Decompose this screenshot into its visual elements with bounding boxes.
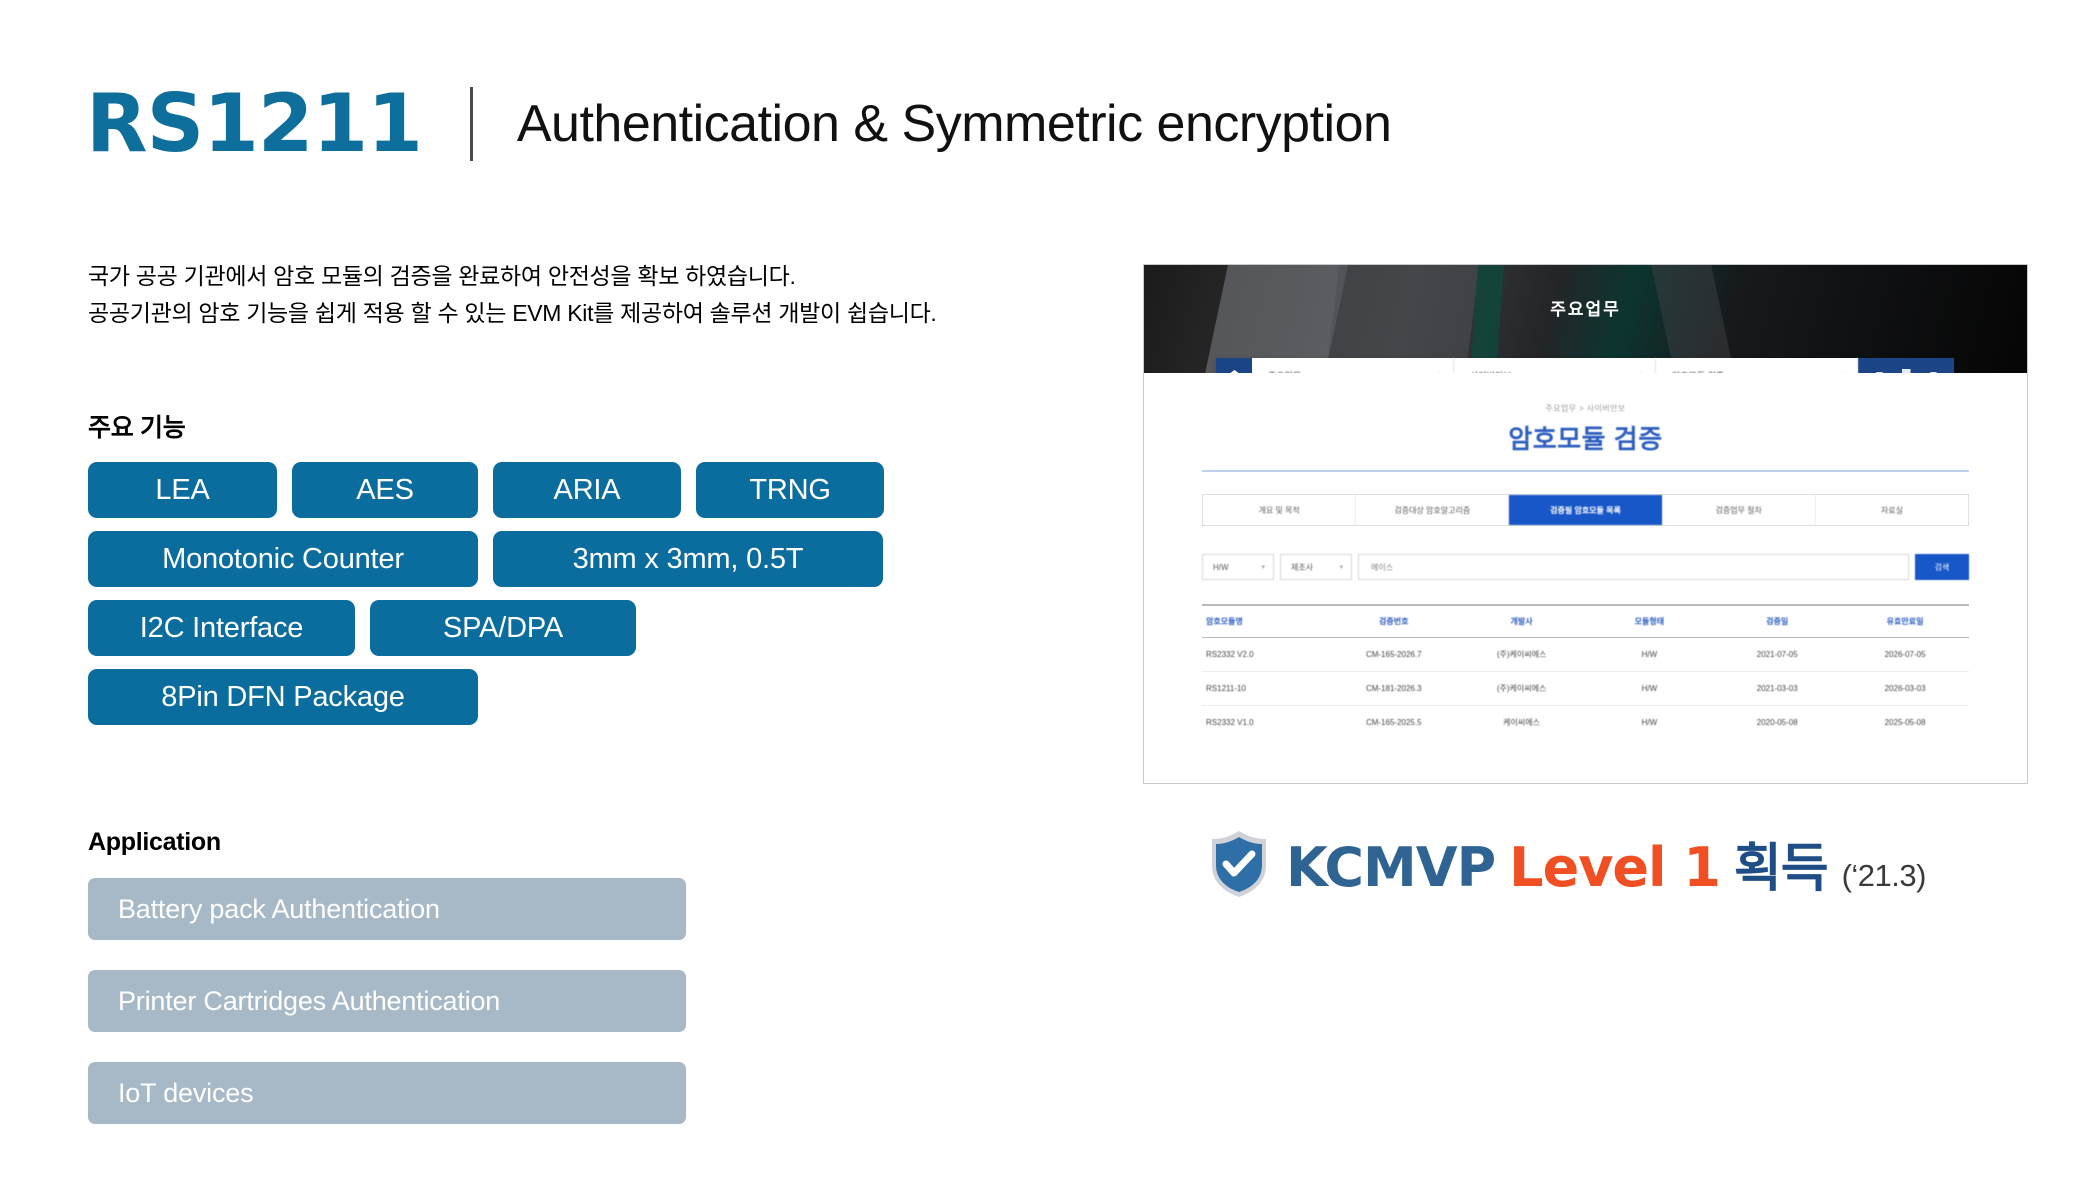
cell-cert-date: 2021-07-05: [1713, 637, 1842, 672]
description-block: 국가 공공 기관에서 암호 모듈의 검증을 완료하여 안전성을 확보 하였습니다…: [88, 258, 937, 333]
table-row[interactable]: RS1211-10 CM-181-2026.3 (주)케이씨에스 H/W 202…: [1202, 671, 1969, 706]
cell-module-name: RS1211-10: [1202, 671, 1330, 706]
search-field-select[interactable]: 제조사 ▾: [1280, 554, 1352, 580]
cell-module-name: RS2332 V1.0: [1206, 718, 1254, 727]
column-header-cert-number: 검증번호: [1329, 606, 1458, 638]
search-type-select[interactable]: H/W ▾: [1202, 554, 1274, 580]
hero-title: 주요업무: [1550, 300, 1621, 319]
feature-chip-group: LEA AES ARIA TRNG Monotonic Counter 3mm …: [88, 462, 884, 725]
search-row: H/W ▾ 제조사 ▾ 에이스 검색: [1202, 554, 1969, 580]
feature-chip-lea[interactable]: LEA: [88, 462, 277, 518]
description-line-2: 공공기관의 암호 기능을 쉽게 적용 할 수 있는 EVM Kit를 제공하여 …: [88, 300, 937, 327]
product-code: RS1211: [86, 77, 423, 170]
cell-module-type: H/W: [1641, 718, 1658, 727]
feature-chip-i2c-interface[interactable]: I2C Interface: [88, 600, 355, 656]
page-header: RS1211 Authentication & Symmetric encryp…: [86, 77, 1392, 170]
cell-module-type: H/W: [1585, 671, 1714, 706]
tab-resources[interactable]: 자료실: [1815, 495, 1969, 525]
application-item-printer[interactable]: Printer Cartridges Authentication: [88, 970, 686, 1032]
tab-algorithms[interactable]: 검증대상 암호알고리즘: [1356, 495, 1510, 525]
table-row[interactable]: RS2332 V1.0 CM-165-2025.5 케이씨에스 H/W 2020…: [1202, 706, 1969, 740]
chevron-down-icon: ▾: [1339, 564, 1343, 571]
column-header-module-type: 모듈형태: [1585, 606, 1714, 638]
tab-procedure[interactable]: 검증업무 절차: [1662, 495, 1816, 525]
feature-chip-trng[interactable]: TRNG: [696, 462, 884, 518]
feature-chip-dimensions[interactable]: 3mm x 3mm, 0.5T: [493, 531, 883, 587]
chevron-down-icon: ▾: [1261, 564, 1265, 571]
cell-developer: (주)케이씨에스: [1457, 671, 1586, 706]
features-heading: 주요 기능: [88, 414, 186, 442]
kcmvp-date: (‘21.3): [1841, 858, 1927, 893]
cell-cert-number: CM-165-2025.5: [1365, 718, 1422, 727]
application-item-iot[interactable]: IoT devices: [88, 1062, 686, 1124]
column-header-cert-date: 검증일: [1713, 606, 1842, 638]
title-underline: [1202, 470, 1969, 472]
feature-row: I2C Interface SPA/DPA: [88, 600, 884, 656]
cell-expiry-date: 2026-07-05: [1841, 637, 1969, 672]
page-title: Authentication & Symmetric encryption: [516, 95, 1392, 153]
feature-row: 8Pin DFN Package: [88, 669, 884, 725]
search-field-value: 제조사: [1291, 562, 1314, 572]
search-input[interactable]: 에이스: [1358, 554, 1909, 580]
application-heading: Application: [88, 828, 221, 856]
feature-row: Monotonic Counter 3mm x 3mm, 0.5T: [88, 531, 884, 587]
search-type-value: H/W: [1213, 562, 1229, 572]
cell-module-name: RS2332 V2.0: [1202, 637, 1330, 672]
search-input-value: 에이스: [1371, 562, 1394, 572]
cell-expiry-date: 2026-03-03: [1841, 671, 1969, 706]
shield-check-icon: [1208, 829, 1270, 899]
feature-chip-aes[interactable]: AES: [292, 462, 478, 518]
application-list: Battery pack Authentication Printer Cart…: [88, 878, 686, 1124]
feature-chip-spa-dpa[interactable]: SPA/DPA: [370, 600, 636, 656]
module-table: 암호모듈명 검증번호 개발사 모듈형태 검증일 유효만료일 RS2332 V2.…: [1202, 606, 1969, 739]
table-row[interactable]: RS2332 V2.0 CM-165-2026.7 (주)케이씨에스 H/W 2…: [1202, 637, 1969, 672]
feature-row: LEA AES ARIA TRNG: [88, 462, 884, 518]
site-content: 주요업무 > 사이버안보 암호모듈 검증 개요 및 목적 검증대상 암호알고리즘…: [1144, 373, 2027, 783]
cell-cert-date: 2021-03-03: [1713, 671, 1842, 706]
tab-verified-module-list[interactable]: 검증필 암호모듈 목록: [1509, 495, 1663, 525]
column-header-module-name: 암호모듈명: [1202, 606, 1330, 638]
application-item-battery[interactable]: Battery pack Authentication: [88, 878, 686, 940]
cell-developer: (주)케이씨에스: [1457, 637, 1586, 672]
site-page-title: 암호모듈 검증: [1508, 424, 1663, 454]
cell-developer: 케이씨에스: [1503, 718, 1540, 727]
description-line-1: 국가 공공 기관에서 암호 모듈의 검증을 완료하여 안전성을 확보 하였습니다…: [88, 263, 796, 289]
tab-overview[interactable]: 개요 및 목적: [1203, 495, 1357, 525]
cell-expiry-date: 2025-05-08: [1884, 718, 1926, 727]
title-divider: [469, 87, 473, 161]
slide-root: RS1211 Authentication & Symmetric encryp…: [0, 0, 2098, 1180]
feature-chip-package[interactable]: 8Pin DFN Package: [88, 669, 478, 725]
feature-chip-monotonic-counter[interactable]: Monotonic Counter: [88, 531, 478, 587]
cell-cert-number: CM-181-2026.3: [1329, 671, 1458, 706]
website-screenshot-panel: 주요업무 주요업무 ▾ 사이버안보 ▾ 암호모듈 검증 ▾: [1143, 264, 2028, 784]
breadcrumb: 주요업무 > 사이버안보: [1545, 404, 1626, 413]
content-tabs: 개요 및 목적 검증대상 암호알고리즘 검증필 암호모듈 목록 검증업무 절차 …: [1202, 494, 1969, 526]
hero-banner: 주요업무: [1144, 265, 2027, 416]
kcmvp-text: KCMVP Level 1 획득 (‘21.3): [1286, 826, 1926, 901]
kcmvp-badge: KCMVP Level 1 획득 (‘21.3): [1208, 826, 1926, 901]
cell-cert-number: CM-165-2026.7: [1329, 637, 1458, 672]
table-header-row: 암호모듈명 검증번호 개발사 모듈형태 검증일 유효만료일: [1202, 606, 1969, 638]
cell-module-type: H/W: [1585, 637, 1714, 672]
kcmvp-level: Level 1: [1509, 836, 1721, 899]
feature-chip-aria[interactable]: ARIA: [493, 462, 681, 518]
kcmvp-korean-label: 획득: [1733, 840, 1829, 898]
column-header-developer: 개발사: [1457, 606, 1586, 638]
cell-cert-date: 2020-05-08: [1756, 718, 1798, 727]
search-button[interactable]: 검색: [1915, 554, 1969, 580]
kcmvp-name: KCMVP: [1286, 836, 1496, 899]
column-header-expiry-date: 유효만료일: [1841, 606, 1969, 638]
